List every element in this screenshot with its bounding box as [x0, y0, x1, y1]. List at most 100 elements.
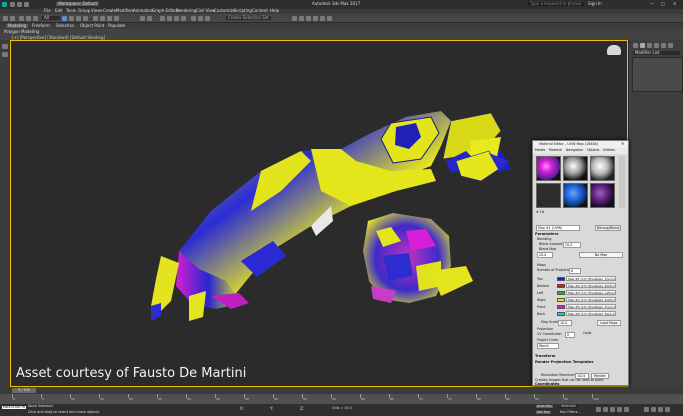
search-input[interactable]: Type a keyword or phrase [528, 2, 584, 6]
close-button[interactable]: ✕ [673, 2, 676, 6]
pivot-center-icon[interactable] [140, 16, 145, 21]
play-icon[interactable] [610, 407, 615, 412]
menu-item-civil-view[interactable]: Civil View [196, 9, 215, 13]
projection-map-front[interactable]: Map #5 (13) (FiveRelax_Front.png) [566, 304, 616, 309]
layer-explorer-icon[interactable] [2, 52, 8, 57]
motion-tab-icon[interactable] [654, 43, 659, 48]
redo-icon[interactable] [17, 2, 22, 7]
orbit-icon[interactable] [658, 407, 663, 412]
menu-item-scripting[interactable]: Scripting [234, 9, 252, 13]
projection-map-right[interactable]: Map #4 (13) (FiveRelax_Right.png) [566, 297, 616, 302]
projection-map-back[interactable]: Map #6 (13) (FiveRelax_Back.png) [566, 311, 616, 316]
mirror-icon[interactable] [198, 16, 203, 21]
set-key-button[interactable]: Set Key [536, 411, 551, 414]
rendered-frame-window-icon[interactable] [320, 16, 325, 21]
material-editor-icon[interactable] [306, 16, 311, 21]
section-render-templates[interactable]: Render Projection Templates [535, 360, 624, 364]
render-icon[interactable] [327, 16, 332, 21]
snaps-toggle-icon[interactable] [160, 16, 165, 21]
sample-slot-1[interactable] [536, 156, 561, 181]
named-selection-icon[interactable] [191, 16, 196, 21]
tab-object-paint[interactable]: Object Paint [80, 24, 104, 28]
maximize-viewport-icon[interactable] [665, 407, 670, 412]
align-icon[interactable] [205, 16, 210, 21]
render-setup-icon[interactable] [313, 16, 318, 21]
select-rotate-icon[interactable] [100, 16, 105, 21]
unlink-icon[interactable] [26, 16, 31, 21]
projection-swatch-left[interactable] [557, 291, 565, 295]
time-slider-thumb[interactable]: 0 / 100 [12, 388, 36, 393]
sign-in-button[interactable]: Sign In [588, 2, 602, 6]
window-crossing-icon[interactable] [83, 16, 88, 21]
maximize-button[interactable]: □ [661, 2, 665, 6]
num-projections-spinner[interactable]: 6 [569, 268, 581, 274]
next-frame-icon[interactable] [617, 407, 622, 412]
menu-item-content[interactable]: Content [252, 9, 268, 13]
load-maps-button[interactable]: Load Maps [597, 320, 621, 326]
menu-item-animation[interactable]: Animation [133, 9, 153, 13]
menu-item-group[interactable]: Group [78, 9, 90, 13]
sample-slot-5[interactable] [563, 183, 588, 208]
noise-spinner[interactable]: 20.0 [537, 252, 553, 258]
selected-dropdown[interactable]: Selected [560, 405, 577, 408]
modify-tab-icon[interactable] [640, 43, 645, 48]
rectangular-selection-icon[interactable] [76, 16, 81, 21]
menu-item-customize[interactable]: Customize [214, 9, 235, 13]
projection-map-top[interactable]: Map #1 (13) (FiveRelax_Top.png) [566, 276, 616, 281]
projection-swatch-bottom[interactable] [557, 284, 565, 288]
me-menu-material[interactable]: Material [549, 149, 562, 152]
select-move-icon[interactable] [93, 16, 98, 21]
selection-set-dropdown[interactable]: Create Selection Set [226, 16, 271, 20]
scene-explorer-icon[interactable] [2, 44, 8, 49]
section-transform[interactable]: Transform [535, 354, 624, 358]
go-to-end-icon[interactable] [624, 407, 629, 412]
viewcube-icon[interactable] [607, 45, 621, 55]
redo-tool-icon[interactable] [10, 16, 15, 21]
tab-selection[interactable]: Selection [56, 24, 74, 28]
angle-snap-icon[interactable] [167, 16, 172, 21]
sample-slot-3[interactable] [590, 156, 615, 181]
menu-item-edit[interactable]: Edit [55, 9, 63, 13]
select-object-icon[interactable] [62, 16, 67, 21]
zoom-icon[interactable] [644, 407, 649, 412]
sample-slot-2[interactable] [563, 156, 588, 181]
map-type-button[interactable]: Bitmap/Blend [595, 225, 621, 231]
create-tab-icon[interactable] [633, 43, 638, 48]
go-to-start-icon[interactable] [596, 407, 601, 412]
schematic-view-icon[interactable] [299, 16, 304, 21]
material-editor-titlebar[interactable]: Material Editor - UVW Map (16484) ✕ [533, 141, 628, 148]
app-logo-icon[interactable] [2, 2, 7, 7]
tab-modeling[interactable]: Modeling [6, 24, 28, 28]
manipulate-icon[interactable] [147, 16, 152, 21]
curve-editor-icon[interactable] [292, 16, 297, 21]
sample-slot-4[interactable] [536, 183, 561, 208]
projection-swatch-back[interactable] [557, 312, 565, 316]
undo-tool-icon[interactable] [3, 16, 8, 21]
projection-map-left[interactable]: Map #3 (13) (FiveRelax_Left.png) [566, 290, 616, 295]
spinner-snap-icon[interactable] [181, 16, 186, 21]
key-filters-button[interactable]: Key Filters... [560, 411, 581, 414]
utilities-tab-icon[interactable] [668, 43, 673, 48]
bind-space-warp-icon[interactable] [33, 16, 38, 21]
map-name-field[interactable]: Map #1 (UVW) [536, 225, 580, 231]
section-coordinates[interactable]: Coordinates [535, 382, 624, 386]
projection-map-bottom[interactable]: Map #2 (13) (FiveRelax_Bottom.png) [566, 283, 616, 288]
previous-frame-icon[interactable] [603, 407, 608, 412]
undo-icon[interactable] [10, 2, 15, 7]
display-tab-icon[interactable] [661, 43, 666, 48]
save-icon[interactable] [24, 2, 29, 7]
sample-slot-6[interactable] [590, 183, 615, 208]
link-icon[interactable] [19, 16, 24, 21]
pan-icon[interactable] [651, 407, 656, 412]
menu-item-create[interactable]: Create [103, 9, 116, 13]
auto-key-button[interactable]: Auto Key [536, 405, 553, 408]
select-scale-icon[interactable] [107, 16, 112, 21]
me-menu-navigation[interactable]: Navigation [566, 149, 583, 152]
hierarchy-tab-icon[interactable] [647, 43, 652, 48]
projection-swatch-right[interactable] [557, 298, 565, 302]
no-map-button[interactable]: No Map [579, 252, 623, 258]
project-units-dropdown[interactable]: World [537, 343, 559, 349]
menu-item-views[interactable]: Views [91, 9, 103, 13]
section-parameters[interactable]: Parameters [535, 232, 624, 236]
maxscript-listener[interactable]: MAXScript Mi [2, 406, 26, 409]
